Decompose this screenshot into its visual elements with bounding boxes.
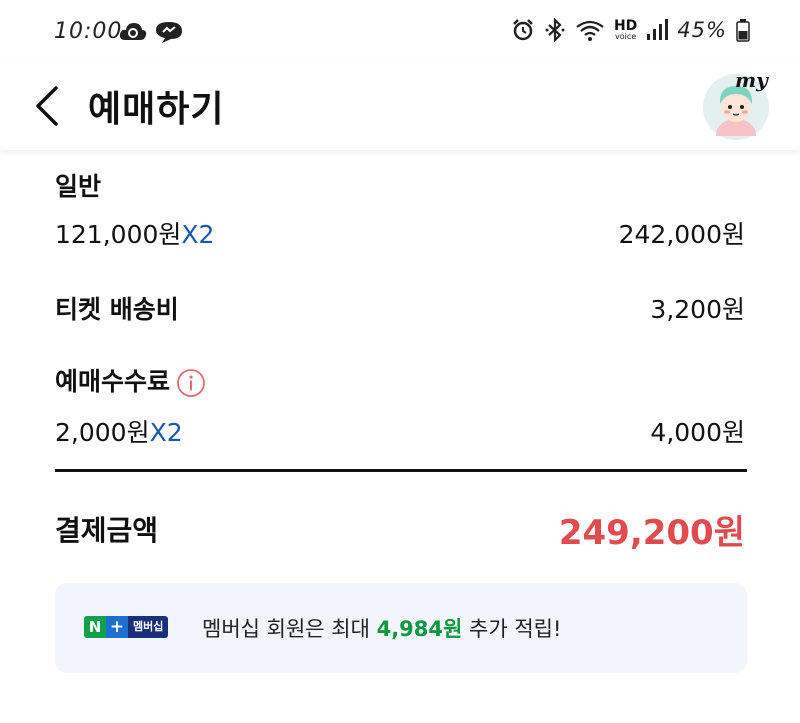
page-title: 예매하기 (88, 89, 225, 130)
delivery-amount: 3,200원 (650, 295, 745, 324)
fee-amount: 4,000원 (650, 418, 745, 447)
avatar-my-label: my (735, 68, 768, 92)
status-left-icons (118, 20, 184, 44)
battery-icon (736, 19, 750, 42)
fee-multiplier: X2 (149, 418, 183, 447)
membership-points: 4,984원 (376, 617, 463, 641)
back-button[interactable] (28, 82, 68, 128)
membership-banner-text: 멤버십 회원은 최대 4,984원 추가 적립! (202, 617, 562, 641)
general-unit-price: 121,000원X2 (55, 220, 215, 249)
naver-plus-membership-badge: N + 멤버십 (84, 616, 169, 638)
delivery-label: 티켓 배송비 (55, 295, 179, 324)
chevron-left-icon (36, 86, 58, 126)
app-header: 예매하기 my (0, 64, 800, 150)
status-bar: 10:00 HD voice 45% (0, 0, 800, 64)
signal-icon (647, 19, 669, 40)
alarm-icon (513, 19, 533, 41)
membership-badge-label: 멤버십 (128, 616, 169, 638)
fee-label: 예매수수료 (55, 367, 171, 396)
plus-icon: + (106, 616, 128, 638)
battery-percent: 45% (677, 18, 727, 42)
membership-banner[interactable]: N + 멤버십 멤버십 회원은 최대 4,984원 추가 적립! (55, 583, 747, 673)
status-right-icons: HD voice 45% (511, 18, 750, 42)
general-label: 일반 (55, 172, 102, 201)
info-icon[interactable] (176, 368, 206, 398)
total-label: 결제금액 (55, 514, 159, 547)
status-time: 10:00 (54, 19, 123, 44)
hd-voice-indicator: HD voice (613, 18, 638, 41)
total-divider (55, 469, 747, 472)
cloud-sync-icon (119, 23, 147, 40)
messenger-icon (156, 22, 182, 43)
bluetooth-icon (545, 18, 565, 42)
total-amount: 249,200원 (558, 513, 745, 553)
naver-n-icon: N (84, 616, 106, 638)
general-amount: 242,000원 (618, 220, 745, 249)
wifi-icon (576, 20, 604, 41)
fee-unit-price: 2,000원X2 (55, 418, 183, 447)
fee-label-group: 예매수수료 (55, 362, 206, 398)
general-multiplier: X2 (181, 220, 215, 249)
